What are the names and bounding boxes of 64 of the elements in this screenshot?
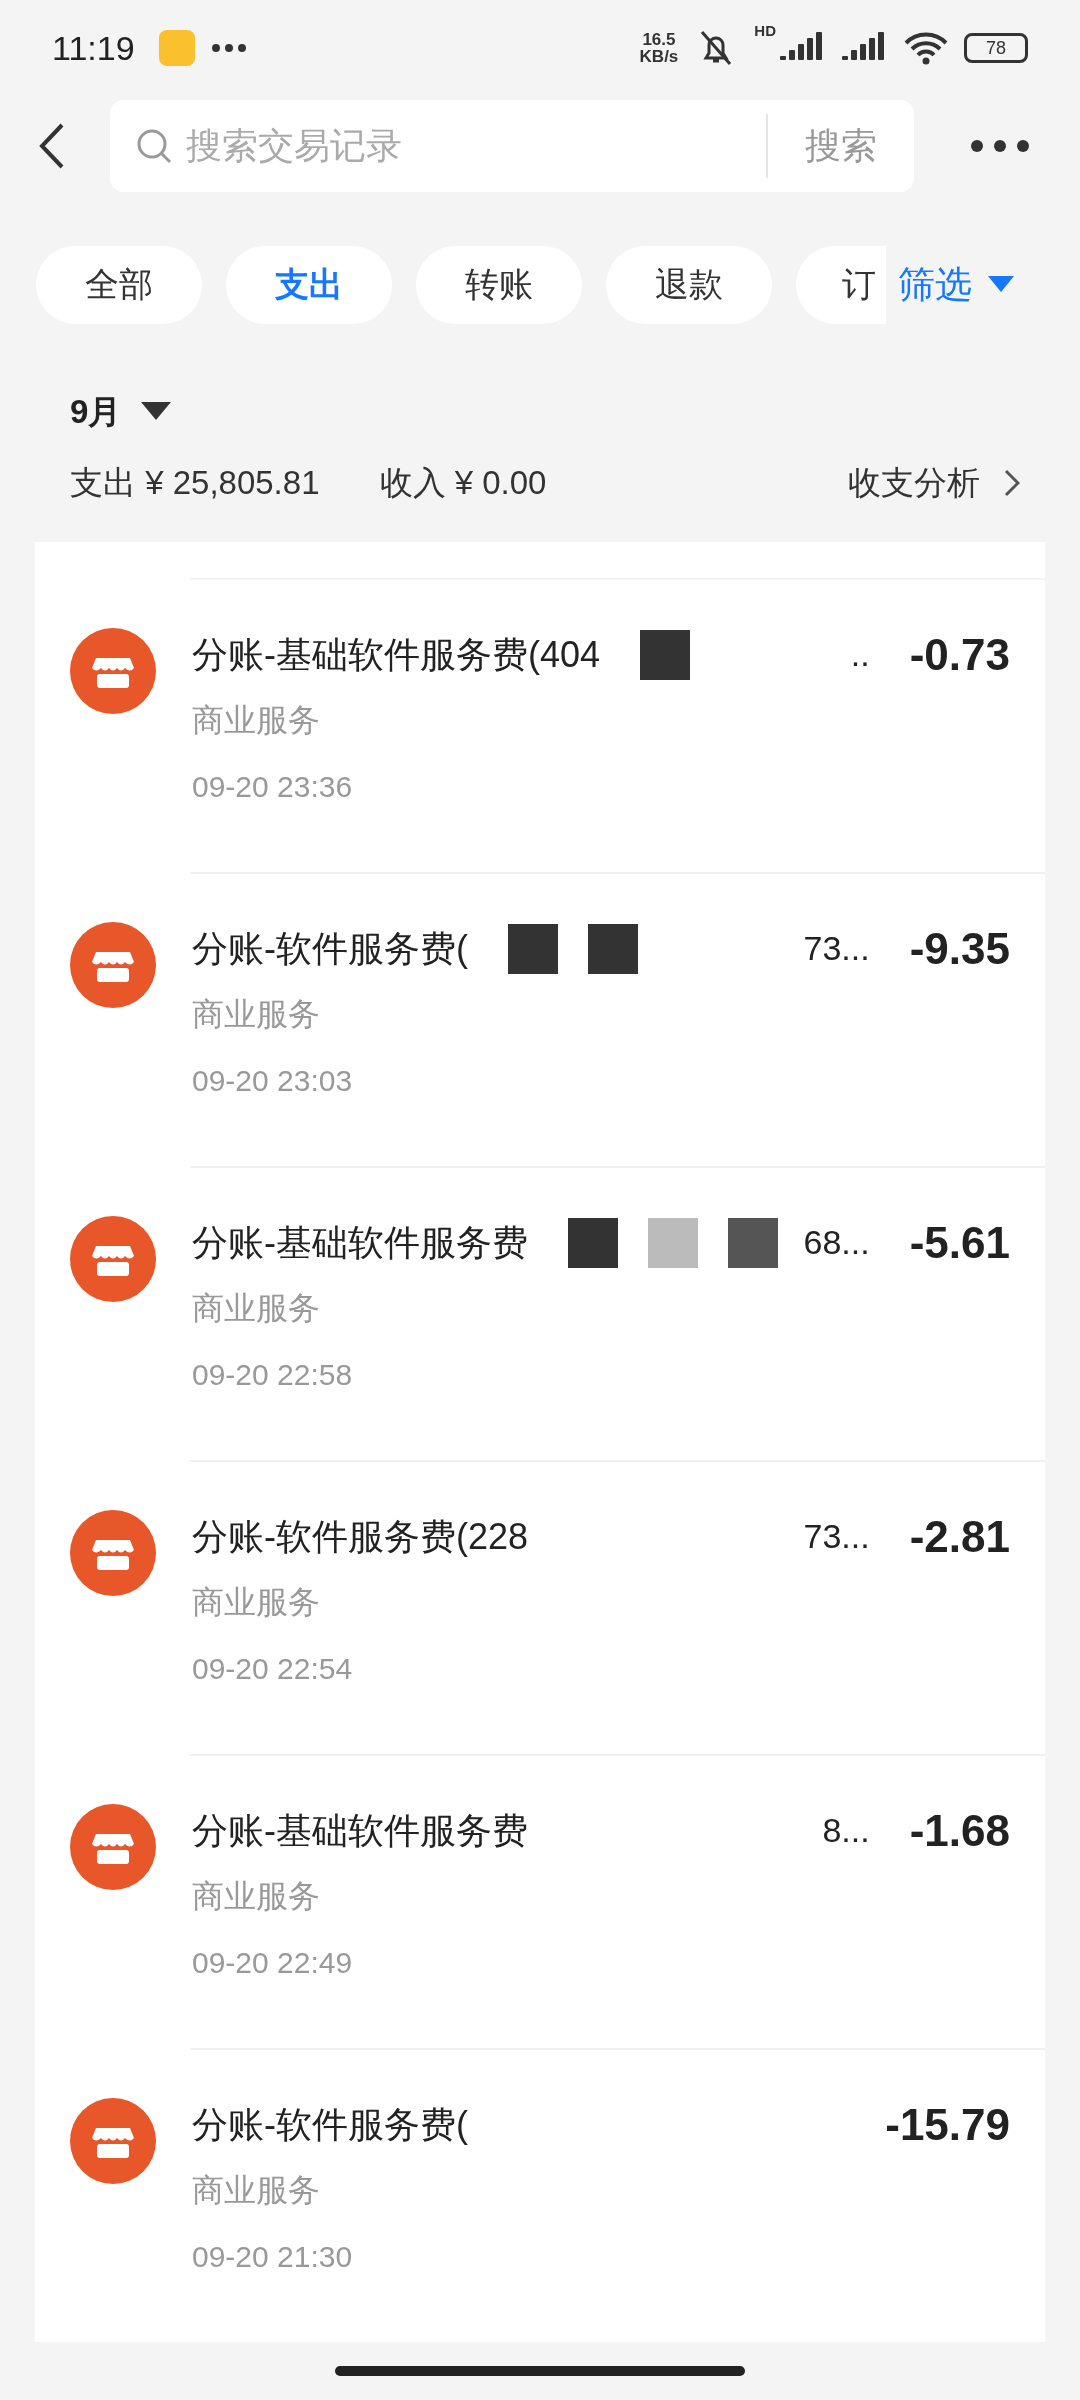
month-selector[interactable]: 9月 — [70, 386, 122, 437]
shop-icon — [70, 627, 156, 714]
transaction-category: 商业服务 — [192, 1876, 321, 1916]
transaction-title: 分账-软件服务费( — [192, 926, 468, 971]
notes-app-icon — [158, 30, 195, 67]
shop-icon — [70, 1509, 156, 1596]
transaction-title: 分账-软件服务费(228 — [192, 1514, 529, 1559]
transaction-amount: -9.35 — [909, 922, 1010, 975]
shop-icon — [70, 1803, 156, 1890]
battery-indicator: 78 — [964, 33, 1028, 64]
transaction-row[interactable]: 分账-软件服务费(228 73... -2.81 商业服务 09-20 22:54 — [35, 1461, 1045, 1691]
transaction-row[interactable]: 分账-基础软件服务费(404 .. -0.73 商业服务 09-20 23:36 — [35, 579, 1045, 809]
wifi-icon — [904, 31, 948, 66]
transaction-title-tail: 68... — [803, 1222, 870, 1264]
transaction-time: 09-20 21:30 — [192, 2238, 354, 2275]
transaction-category: 商业服务 — [192, 994, 321, 1034]
transaction-amount: -5.61 — [909, 1216, 1010, 1269]
transaction-time: 09-20 22:54 — [192, 1650, 354, 1687]
transaction-amount: -15.79 — [885, 2098, 1010, 2151]
chevron-right-icon — [1004, 469, 1020, 498]
home-indicator[interactable] — [335, 2365, 745, 2376]
transaction-amount: -2.81 — [909, 1510, 1010, 1563]
transaction-title: 分账-基础软件服务费(404 — [192, 632, 601, 677]
filter-chip[interactable]: 订 — [796, 245, 886, 324]
dropdown-icon[interactable] — [141, 401, 172, 422]
hd-label: HD — [754, 21, 776, 41]
transaction-category: 商业服务 — [192, 1582, 321, 1622]
transaction-time: 09-20 22:49 — [192, 1944, 354, 1981]
search-input[interactable]: 搜索交易记录 — [186, 118, 766, 173]
income-total: 收入 ¥ 0.00 — [379, 463, 547, 504]
expense-total: 支出 ¥ 25,805.81 — [70, 463, 320, 504]
transaction-amount: -1.68 — [909, 1804, 1010, 1857]
network-speed: 16.5 — [642, 31, 676, 49]
status-time: 11:19 — [52, 27, 135, 69]
transaction-title-tail: 73... — [803, 1516, 870, 1558]
transaction-category: 商业服务 — [192, 2170, 321, 2210]
transaction-title-tail: 73... — [803, 928, 870, 970]
transaction-time: 09-20 23:36 — [192, 768, 354, 805]
filter-chip[interactable]: 全部 — [36, 245, 202, 324]
filter-chip[interactable]: 转账 — [416, 245, 582, 324]
shop-icon — [70, 921, 156, 1008]
more-icon[interactable] — [970, 138, 1030, 153]
dropdown-icon — [988, 275, 1014, 294]
transaction-amount: -0.73 — [909, 628, 1010, 681]
transaction-title: 分账-基础软件服务费 — [192, 1220, 528, 1265]
transaction-row[interactable]: 分账-基础软件服务费 68... -5.61 商业服务 09-20 22:58 — [35, 1167, 1045, 1397]
more-icon — [210, 43, 247, 54]
shop-icon — [70, 2097, 156, 2184]
transaction-title-tail: 8... — [822, 1810, 870, 1852]
analysis-link[interactable]: 收支分析 — [848, 458, 1020, 508]
transaction-category: 商业服务 — [192, 700, 321, 740]
transaction-row[interactable]: 分账-基础软件服务费 8... -1.68 商业服务 09-20 22:49 — [35, 1755, 1045, 1985]
transaction-time: 09-20 22:58 — [192, 1356, 354, 1393]
transaction-time: 09-20 23:03 — [192, 1062, 354, 1099]
transaction-row[interactable]: 分账-软件服务费( 73... -9.35 商业服务 09-20 23:03 — [35, 873, 1045, 1103]
filter-chip[interactable]: 退款 — [606, 245, 772, 324]
shop-icon — [70, 1215, 156, 1302]
network-speed-unit: KB/s — [639, 48, 679, 66]
filter-chip[interactable]: 支出 — [226, 245, 392, 324]
transaction-title: 分账-基础软件服务费 — [192, 1808, 528, 1853]
transaction-title-tail: .. — [850, 634, 870, 676]
transaction-row[interactable]: 分账-软件服务费( -15.79 商业服务 09-20 21:30 — [35, 2049, 1045, 2279]
transaction-title: 分账-软件服务费( — [192, 2102, 468, 2147]
transaction-category: 商业服务 — [192, 1288, 321, 1328]
